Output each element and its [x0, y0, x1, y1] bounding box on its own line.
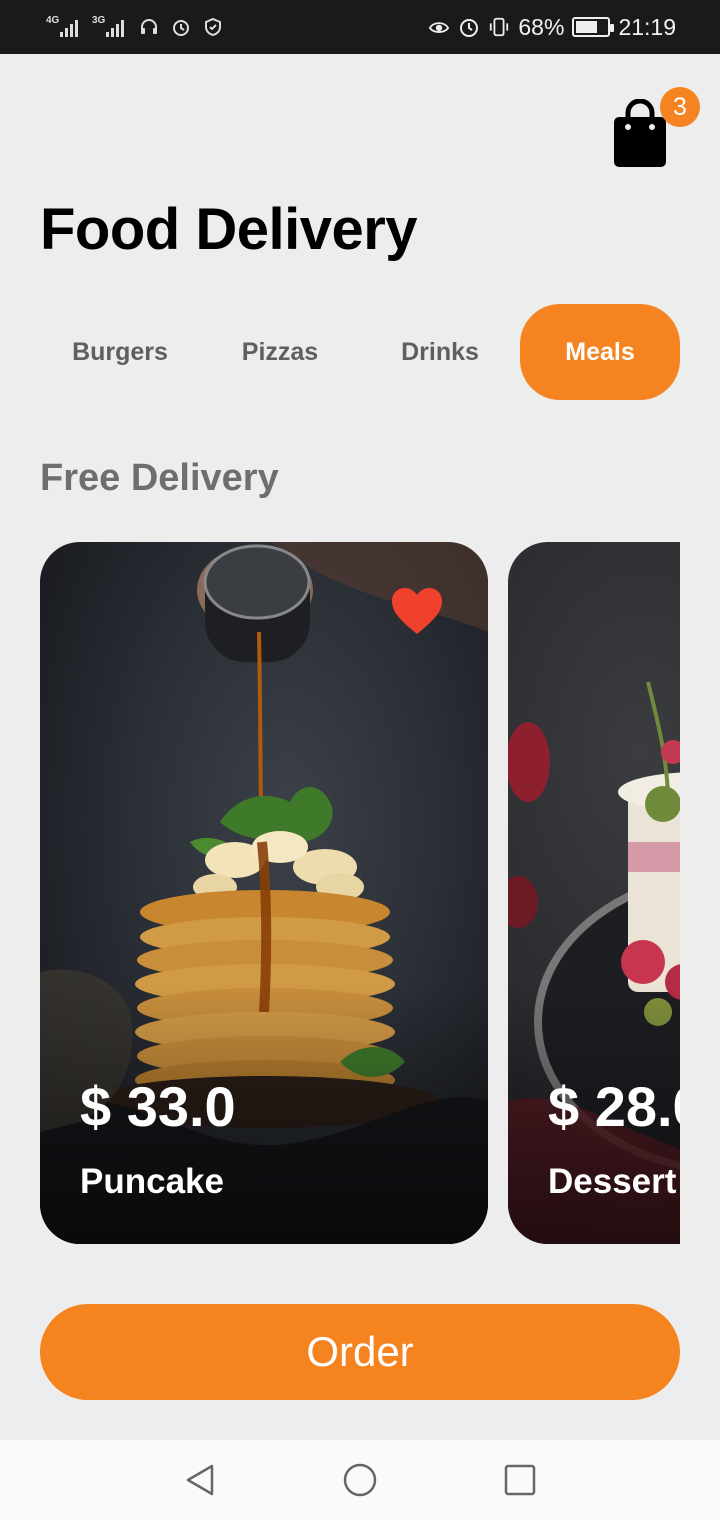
vibrate-icon — [488, 16, 510, 38]
card-name: Dessert — [548, 1162, 677, 1201]
back-icon[interactable] — [182, 1462, 218, 1498]
network-type: 3G — [92, 15, 106, 26]
food-card[interactable]: $ 28.0 Dessert — [508, 542, 680, 1244]
section-title: Free Delivery — [40, 457, 279, 499]
card-price: $ 28.0 — [548, 1075, 680, 1138]
recents-icon[interactable] — [502, 1462, 538, 1498]
heart-icon[interactable] — [390, 586, 444, 636]
network-type: 4G — [46, 15, 60, 26]
shield-icon — [202, 16, 224, 38]
tab-drinks[interactable]: Drinks — [360, 304, 520, 400]
page-title: Food Delivery — [40, 197, 418, 262]
cart-count-badge: 3 — [660, 87, 700, 127]
home-icon[interactable] — [342, 1462, 378, 1498]
food-carousel[interactable]: $ 33.0 Puncake $ 28.0 Dessert — [40, 542, 680, 1244]
battery-percent: 68% — [518, 13, 565, 40]
order-button[interactable]: Order — [40, 1304, 680, 1400]
tab-burgers[interactable]: Burgers — [40, 304, 200, 400]
clock: 21:19 — [618, 13, 676, 40]
status-bar: 4G 3G 68% 21:19 — [0, 0, 720, 54]
battery-level — [576, 21, 597, 33]
card-name: Puncake — [80, 1162, 224, 1201]
tab-meals[interactable]: Meals — [520, 304, 680, 400]
alarm-icon — [170, 16, 192, 38]
system-nav-bar — [0, 1440, 720, 1520]
category-tabs: Burgers Pizzas Drinks Meals — [40, 304, 680, 400]
signal-icon: 4G — [46, 15, 82, 39]
headset-icon — [138, 16, 160, 38]
tab-pizzas[interactable]: Pizzas — [200, 304, 360, 400]
signal-icon: 3G — [92, 15, 128, 39]
alarm-icon — [458, 16, 480, 38]
battery-icon — [572, 17, 615, 37]
eye-icon — [428, 16, 450, 38]
card-price: $ 33.0 — [80, 1075, 236, 1138]
food-card[interactable]: $ 33.0 Puncake — [40, 542, 488, 1244]
